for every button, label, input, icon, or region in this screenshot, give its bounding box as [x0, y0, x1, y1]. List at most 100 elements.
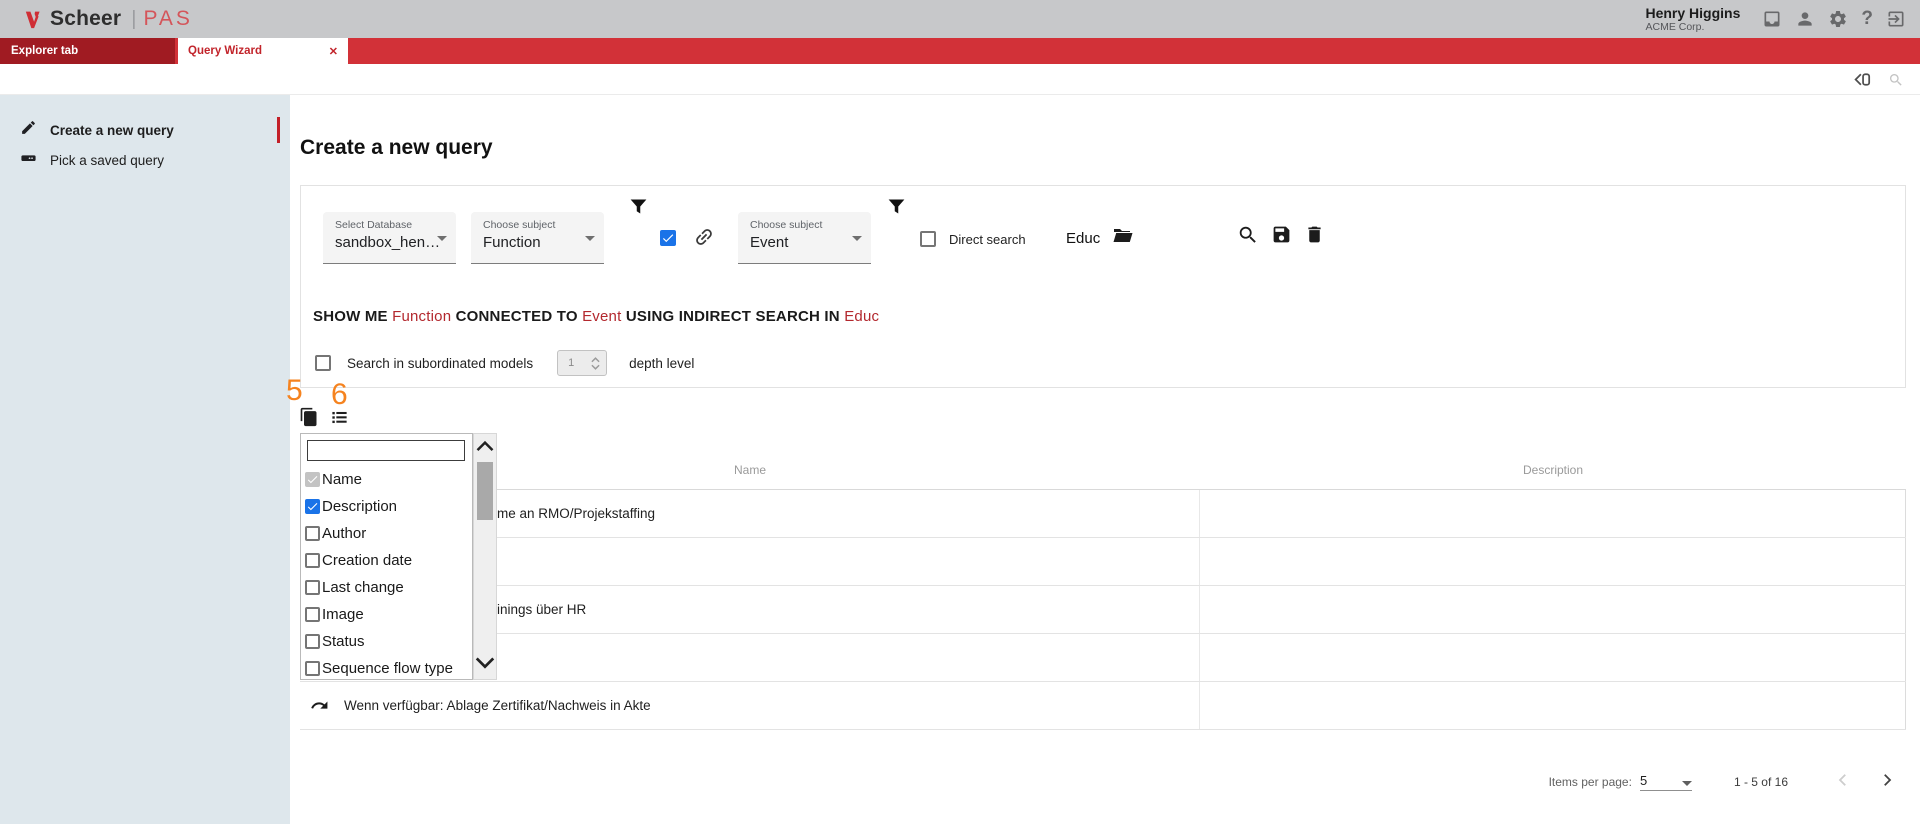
next-page-icon[interactable]	[1878, 771, 1896, 794]
column-option-label: Name	[322, 471, 363, 488]
table-row[interactable]: Wenn verfügbar: Ablage Zertifikat/Nachwe…	[300, 682, 1906, 730]
chooser-scrollbar[interactable]	[473, 433, 497, 680]
inbox-icon[interactable]	[1762, 9, 1782, 29]
direct-search-checkbox[interactable]: Direct search	[920, 231, 1026, 247]
column-option[interactable]: Sequence flow type	[305, 655, 470, 682]
cell-name-text: inings über HR	[497, 602, 587, 617]
filter-funnel-icon[interactable]	[886, 196, 907, 222]
run-search-icon[interactable]	[1237, 224, 1259, 251]
sentence-segment: CONNECTED TO	[451, 308, 578, 325]
copy-icon[interactable]	[299, 407, 319, 432]
tab-query-wizard-label: Query Wizard	[188, 45, 263, 57]
column-option-label: Creation date	[322, 552, 413, 569]
chevron-down-icon	[1681, 781, 1692, 786]
checkbox-unchecked	[305, 553, 320, 568]
table-header-row: Name Description	[300, 450, 1906, 490]
folder-open-icon[interactable]	[1111, 224, 1135, 253]
column-option-label: Description	[322, 498, 398, 515]
column-filter-input[interactable]	[307, 440, 465, 461]
connection-checkbox[interactable]	[660, 230, 676, 246]
depth-level-label: depth level	[629, 355, 695, 371]
column-option[interactable]: Creation date	[305, 547, 470, 574]
direct-search-label: Direct search	[949, 231, 1026, 247]
save-query-icon[interactable]	[1271, 224, 1292, 250]
scroll-down-icon[interactable]	[474, 654, 496, 677]
annotation-6: 6	[331, 378, 348, 411]
items-per-page-select[interactable]: 5	[1639, 773, 1692, 791]
scrollbar-thumb[interactable]	[477, 462, 493, 520]
scroll-up-icon[interactable]	[475, 438, 495, 459]
cell-description	[1200, 586, 1906, 633]
link-icon[interactable]	[693, 226, 715, 253]
checkbox-checked-disabled	[305, 472, 320, 487]
sidebar-item-create-query[interactable]: Create a new query	[0, 115, 290, 145]
previous-page-icon[interactable]	[1834, 771, 1852, 794]
group-value: Educ	[1066, 230, 1101, 247]
column-option[interactable]: Name	[305, 466, 470, 493]
page-title: Create a new query	[300, 136, 493, 159]
subordinated-label: Search in subordinated models	[347, 355, 534, 371]
logout-icon[interactable]	[1886, 9, 1906, 29]
checkbox-unchecked	[305, 661, 320, 676]
column-option-label: Sequence flow type	[322, 660, 453, 677]
pencil-icon	[20, 119, 37, 141]
settings-gear-icon[interactable]	[1828, 9, 1848, 29]
collapse-panel-icon[interactable]	[1853, 69, 1874, 95]
user-icon[interactable]	[1795, 9, 1815, 29]
page-range-label: 1 - 5 of 16	[1733, 775, 1788, 789]
sentence-segment: Educ	[839, 308, 880, 325]
results-table: Name Description me an RMO/Projekstaffin…	[300, 450, 1906, 730]
select-database-label: Select Database	[335, 219, 413, 231]
select-database-dropdown[interactable]: Select Database sandbox_hen…	[323, 212, 456, 264]
query-builder-card: Select Database sandbox_hen… Choose subj…	[300, 185, 1906, 388]
choose-subject-1-label: Choose subject	[483, 219, 556, 231]
user-info: Henry Higgins ACME Corp.	[1645, 5, 1740, 33]
table-row[interactable]	[300, 538, 1906, 586]
annotation-5: 5	[286, 374, 303, 407]
column-header-description[interactable]: Description	[1200, 450, 1906, 489]
filter-funnel-icon[interactable]	[628, 196, 649, 222]
chevron-down-icon	[585, 236, 595, 241]
sentence-segment: Event	[577, 308, 622, 325]
subordinated-checkbox[interactable]	[315, 355, 331, 371]
checkbox-unchecked	[305, 634, 320, 649]
forward-arrow-icon	[310, 696, 329, 715]
column-option[interactable]: Status	[305, 628, 470, 655]
cell-description	[1200, 682, 1906, 729]
paginator: Items per page: 5 1 - 5 of 16	[300, 762, 1896, 802]
column-option[interactable]: Description	[305, 493, 470, 520]
query-wizard-app: Scheer | PAS Henry Higgins ACME Corp. ? …	[0, 0, 1920, 824]
user-company: ACME Corp.	[1645, 21, 1705, 34]
sidebar-item-label: Create a new query	[50, 122, 174, 138]
table-row[interactable]: me an RMO/Projekstaffing	[300, 490, 1906, 538]
column-option-label: Status	[322, 633, 365, 650]
table-row[interactable]: inings über HR	[300, 586, 1906, 634]
tab-explorer[interactable]: Explorer tab	[0, 38, 175, 64]
tab-query-wizard[interactable]: Query Wizard ✕	[178, 38, 348, 64]
select-database-value: sandbox_hen…	[335, 234, 441, 251]
column-option-label: Last change	[322, 579, 404, 596]
delete-query-icon[interactable]	[1304, 224, 1325, 250]
choose-subject-2-dropdown[interactable]: Choose subject Event	[738, 212, 871, 264]
choose-subject-1-dropdown[interactable]: Choose subject Function	[471, 212, 604, 264]
stepper-arrows[interactable]	[591, 356, 600, 370]
depth-level-stepper[interactable]: 1	[557, 350, 608, 376]
search-icon[interactable]	[1888, 72, 1904, 93]
column-option-label: Image	[322, 606, 364, 623]
scheer-logo-icon	[25, 11, 40, 29]
sentence-segment: USING INDIRECT SEARCH IN	[621, 308, 840, 325]
sidebar-item-saved-query[interactable]: Pick a saved query	[0, 145, 290, 175]
query-sentence: SHOW ME Function CONNECTED TO Event USIN…	[313, 308, 879, 325]
selection-indicator	[277, 117, 280, 143]
column-option[interactable]: Last change	[305, 574, 470, 601]
column-chooser-panel: Name Description Author Creation date Last c…	[300, 433, 473, 680]
drive-icon	[20, 149, 37, 171]
close-icon[interactable]: ✕	[329, 45, 338, 58]
cell-name-text: Wenn verfügbar: Ablage Zertifikat/Nachwe…	[344, 698, 651, 713]
column-option[interactable]: Author	[305, 520, 470, 547]
column-option[interactable]: Image	[305, 601, 470, 628]
checkbox-unchecked	[305, 607, 320, 622]
tab-explorer-label: Explorer tab	[11, 45, 79, 57]
table-row[interactable]	[300, 634, 1906, 682]
help-icon[interactable]: ?	[1861, 9, 1873, 29]
